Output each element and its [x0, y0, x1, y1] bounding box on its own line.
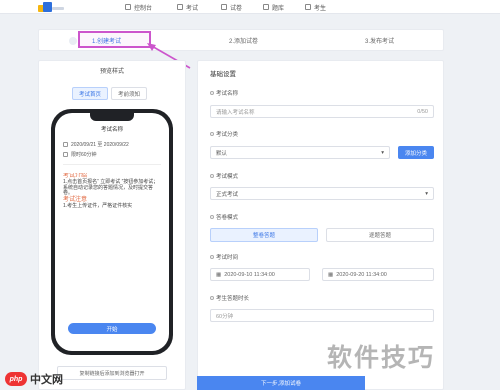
exam-name-label: 考试名称 — [210, 89, 238, 97]
phone-notch — [90, 113, 134, 121]
php-logo-icon: php — [5, 372, 27, 386]
clock-icon — [63, 152, 68, 157]
next-step-button[interactable]: 下一步,添加试卷 — [197, 376, 365, 390]
duration-label: 考生答题时长 — [210, 294, 249, 302]
required-dot — [210, 215, 214, 219]
chevron-down-icon: ▾ — [425, 190, 428, 197]
preview-notice-body: 考试介绍 1.点击首页报名“ 立即考试 ”按钮参加考试；系统自动记录您的答题情况… — [63, 173, 162, 313]
papers-icon — [221, 4, 227, 10]
nav-item-question-bank[interactable]: 题库 — [263, 2, 284, 12]
highlight-box — [78, 31, 151, 48]
question-bank-icon — [263, 4, 269, 10]
preview-validity-row: 限时60分钟 — [63, 151, 97, 158]
calendar-icon: ▦ — [216, 271, 222, 278]
phone-screen: 考试名称 2020/09/21 至 2020/09/22 限时60分钟 考试介绍… — [55, 113, 169, 351]
nav-item-examinees[interactable]: 考生 — [305, 2, 326, 12]
tab-exam-notice[interactable]: 考前须知 — [111, 87, 147, 100]
dashboard-icon — [125, 4, 131, 10]
site-logo-text: 中文网 — [30, 374, 63, 386]
nav-item-dashboard[interactable]: 控制台 — [125, 2, 152, 12]
char-counter: 0/50 — [417, 108, 428, 115]
required-dot — [210, 91, 214, 95]
add-category-button[interactable]: 添加分类 — [398, 146, 434, 159]
category-select[interactable]: 默认 ▾ — [210, 146, 390, 159]
nav-item-exam[interactable]: 考试 — [177, 2, 198, 12]
start-exam-button[interactable]: 开始 — [68, 323, 156, 334]
required-dot — [210, 296, 214, 300]
section-title: 基础设置 — [210, 71, 236, 78]
step-add-paper[interactable]: 2.添加试卷 — [229, 36, 258, 45]
preview-exam-name: 考试名称 — [100, 127, 123, 133]
preview-panel: 预览样式 考试首页 考前须知 考试名称 2020/09/21 至 2020/09… — [38, 60, 186, 390]
preview-title: 预览样式 — [99, 69, 124, 75]
exam-type-label: 考试模式 — [210, 172, 238, 180]
exam-name-input[interactable]: 请输入考试名称 0/50 — [210, 105, 434, 118]
mode-whole-paper[interactable]: 整卷答题 — [210, 228, 318, 242]
required-dot — [210, 174, 214, 178]
step-dot — [69, 37, 77, 45]
preview-divider — [63, 164, 161, 165]
mode-by-question[interactable]: 逐题答题 — [326, 228, 434, 242]
calendar-icon: ▦ — [328, 271, 334, 278]
start-time-input[interactable]: ▦ 2020-09-10 11:34:00 — [210, 268, 310, 281]
chevron-down-icon: ▾ — [381, 149, 384, 156]
examinees-icon — [305, 4, 311, 10]
exam-time-label: 考试时间 — [210, 253, 238, 261]
tab-exam-home[interactable]: 考试首页 — [72, 87, 108, 100]
watermark-text: 软件技巧 — [327, 344, 436, 372]
notice-line: 1.考生上传证件，严格证件核实 — [63, 202, 133, 209]
answer-mode-label: 答卷模式 — [210, 213, 238, 221]
required-dot — [210, 255, 214, 259]
exam-icon — [177, 4, 183, 10]
category-label: 考试分类 — [210, 130, 238, 138]
required-dot — [210, 132, 214, 136]
calendar-icon — [63, 142, 68, 147]
app-logo[interactable] — [38, 1, 68, 13]
step-publish-exam[interactable]: 3.发布考试 — [365, 36, 394, 45]
top-bar: 控制台 考试 试卷 题库 考生 — [0, 0, 500, 14]
notice-line: 1.点击首页报名“ 立即考试 ”按钮参加考试；系统自动记录您的答题情况，及时提交… — [63, 179, 159, 197]
exam-type-select[interactable]: 正式考试 ▾ — [210, 187, 434, 200]
end-time-input[interactable]: ▦ 2020-09-20 11:34:00 — [322, 268, 434, 281]
site-logo: php 中文网 — [5, 369, 85, 389]
phone-preview: 考试名称 2020/09/21 至 2020/09/22 限时60分钟 考试介绍… — [51, 109, 173, 355]
duration-input[interactable]: 60分钟 — [210, 309, 434, 322]
preview-date-row: 2020/09/21 至 2020/09/22 — [63, 141, 129, 148]
nav-item-papers[interactable]: 试卷 — [221, 2, 242, 12]
